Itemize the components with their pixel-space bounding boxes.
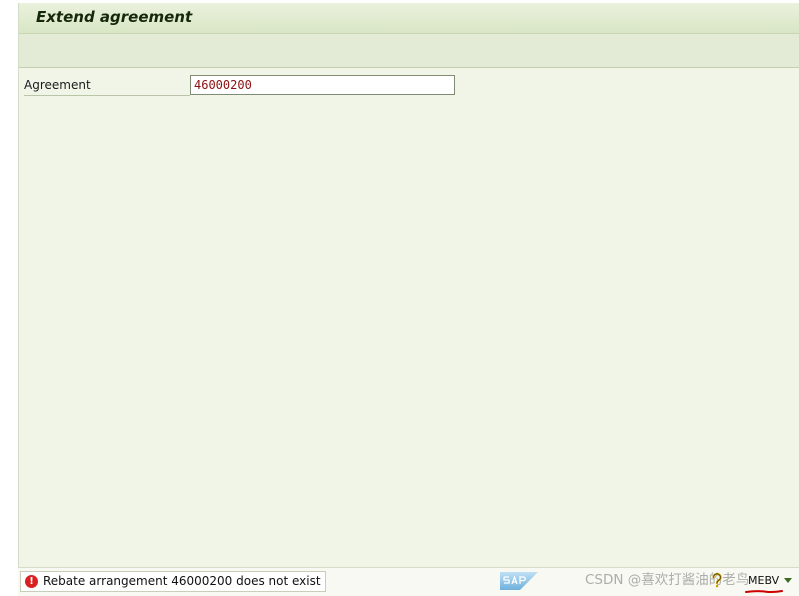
watermark: CSDN @喜欢打酱油的老鸟 <box>585 572 750 588</box>
sap-logo <box>500 572 538 590</box>
main-window: Extend agreement Agreement <box>18 3 799 567</box>
status-message[interactable]: ! Rebate arrangement 46000200 does not e… <box>20 571 326 592</box>
help-icon[interactable] <box>711 573 723 589</box>
page-title: Extend agreement <box>36 8 193 26</box>
application-toolbar <box>19 34 799 68</box>
agreement-input[interactable] <box>190 75 455 95</box>
title-bar: Extend agreement <box>19 3 799 34</box>
error-icon: ! <box>25 575 38 588</box>
transaction-code: MEBV <box>748 574 780 587</box>
status-bar: ! Rebate arrangement 46000200 does not e… <box>18 567 799 596</box>
status-message-text: Rebate arrangement 46000200 does not exi… <box>43 574 321 588</box>
agreement-label: Agreement <box>24 76 190 96</box>
annotation-underline <box>745 590 783 594</box>
dropdown-arrow-icon[interactable] <box>784 578 792 583</box>
